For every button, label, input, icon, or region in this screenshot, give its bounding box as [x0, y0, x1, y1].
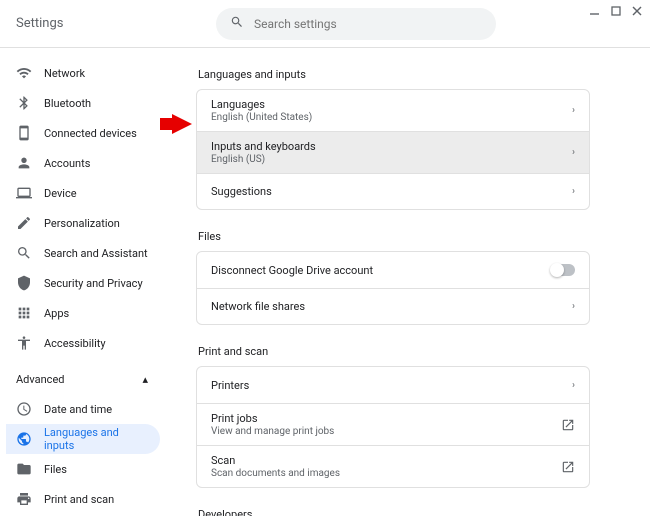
section-title: Languages and inputs — [198, 68, 590, 81]
sidebar-item-personalization[interactable]: Personalization — [6, 208, 160, 238]
sidebar-item-network[interactable]: Network — [6, 58, 160, 88]
sidebar-item-label: Network — [44, 67, 85, 80]
sidebar-item-languages[interactable]: Languages and inputs — [6, 424, 160, 454]
phone-icon — [16, 125, 32, 141]
print-scan-card: Printers › Print jobsView and manage prin… — [196, 366, 590, 488]
sidebar-item-label: Files — [44, 463, 67, 476]
sidebar-item-label: Device — [44, 187, 77, 200]
row-title: Inputs and keyboards — [211, 140, 316, 153]
sidebar-item-label: Security and Privacy — [44, 277, 143, 290]
languages-card: LanguagesEnglish (United States) › Inputs… — [196, 89, 590, 210]
row-inputs-keyboards[interactable]: Inputs and keyboardsEnglish (US) › — [197, 131, 589, 173]
accessibility-icon — [16, 335, 32, 351]
row-sub: English (United States) — [211, 112, 312, 123]
chevron-right-icon: › — [572, 301, 575, 312]
row-title: Languages — [211, 98, 312, 111]
row-languages[interactable]: LanguagesEnglish (United States) › — [197, 90, 589, 131]
sidebar-item-label: Languages and inputs — [44, 426, 150, 452]
sidebar-item-bluetooth[interactable]: Bluetooth — [6, 88, 160, 118]
minimize-icon[interactable] — [589, 5, 600, 16]
sidebar-item-label: Date and time — [44, 403, 112, 416]
chevron-right-icon: › — [572, 147, 575, 158]
sidebar-item-label: Search and Assistant — [44, 247, 148, 260]
row-title: Scan — [211, 454, 340, 467]
page-title: Settings — [16, 16, 216, 31]
section-title: Files — [198, 230, 590, 243]
main-pane: Languages and inputs LanguagesEnglish (U… — [160, 48, 650, 516]
row-title: Suggestions — [211, 185, 272, 198]
advanced-label: Advanced — [16, 373, 64, 386]
chevron-up-icon: ▴ — [142, 373, 148, 386]
sidebar-item-label: Print and scan — [44, 493, 114, 506]
annotation-arrow-icon — [160, 114, 192, 134]
external-link-icon — [561, 418, 575, 432]
row-print-jobs[interactable]: Print jobsView and manage print jobs — [197, 403, 589, 445]
sidebar-item-device[interactable]: Device — [6, 178, 160, 208]
maximize-icon[interactable] — [610, 5, 621, 16]
laptop-icon — [16, 185, 32, 201]
external-link-icon — [561, 460, 575, 474]
sidebar-item-label: Apps — [44, 307, 69, 320]
chevron-right-icon: › — [572, 380, 575, 391]
search-icon — [230, 15, 244, 32]
row-sub: Scan documents and images — [211, 468, 340, 479]
close-icon[interactable] — [631, 5, 642, 16]
person-icon — [16, 155, 32, 171]
sidebar-item-label: Personalization — [44, 217, 120, 230]
row-network-shares[interactable]: Network file shares › — [197, 288, 589, 324]
print-icon — [16, 491, 32, 507]
search-input[interactable] — [254, 17, 482, 31]
advanced-toggle[interactable]: Advanced ▴ — [6, 364, 160, 394]
sidebar-item-label: Bluetooth — [44, 97, 91, 110]
sidebar-item-connected-devices[interactable]: Connected devices — [6, 118, 160, 148]
sidebar: Network Bluetooth Connected devices Acco… — [0, 48, 160, 516]
row-title: Print jobs — [211, 412, 334, 425]
shield-icon — [16, 275, 32, 291]
header: Settings — [0, 0, 650, 48]
row-title: Network file shares — [211, 300, 305, 313]
toggle-off-icon[interactable] — [551, 264, 575, 276]
folder-icon — [16, 461, 32, 477]
row-title: Disconnect Google Drive account — [211, 264, 373, 277]
wifi-icon — [16, 65, 32, 81]
bluetooth-icon — [16, 95, 32, 111]
sidebar-item-label: Connected devices — [44, 127, 137, 140]
row-sub: View and manage print jobs — [211, 426, 334, 437]
sidebar-item-accessibility[interactable]: Accessibility — [6, 328, 160, 358]
sidebar-item-date-time[interactable]: Date and time — [6, 394, 160, 424]
sidebar-item-search[interactable]: Search and Assistant — [6, 238, 160, 268]
sidebar-item-print[interactable]: Print and scan — [6, 484, 160, 514]
section-title: Print and scan — [198, 345, 590, 358]
window-controls — [589, 5, 642, 16]
apps-icon — [16, 305, 32, 321]
section-title: Developers — [198, 508, 590, 516]
sidebar-item-label: Accounts — [44, 157, 90, 170]
files-card: Disconnect Google Drive account Network … — [196, 251, 590, 325]
row-sub: English (US) — [211, 154, 316, 165]
edit-icon — [16, 215, 32, 231]
chevron-right-icon: › — [572, 186, 575, 197]
row-title: Printers — [211, 379, 249, 392]
magnify-icon — [16, 245, 32, 261]
sidebar-item-security[interactable]: Security and Privacy — [6, 268, 160, 298]
sidebar-item-files[interactable]: Files — [6, 454, 160, 484]
globe-icon — [16, 431, 32, 447]
sidebar-item-apps[interactable]: Apps — [6, 298, 160, 328]
search-box[interactable] — [216, 8, 496, 40]
chevron-right-icon: › — [572, 105, 575, 116]
row-printers[interactable]: Printers › — [197, 367, 589, 403]
clock-icon — [16, 401, 32, 417]
sidebar-item-accounts[interactable]: Accounts — [6, 148, 160, 178]
row-scan[interactable]: ScanScan documents and images — [197, 445, 589, 487]
row-suggestions[interactable]: Suggestions › — [197, 173, 589, 209]
sidebar-item-label: Accessibility — [44, 337, 106, 350]
row-disconnect-drive[interactable]: Disconnect Google Drive account — [197, 252, 589, 288]
